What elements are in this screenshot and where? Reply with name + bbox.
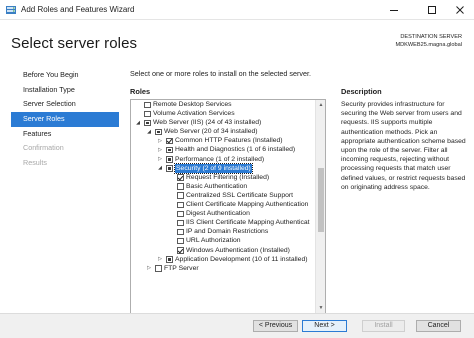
role-label[interactable]: URL Authorization bbox=[186, 236, 241, 245]
role-label[interactable]: Security (2 of 9 installed) bbox=[174, 162, 253, 174]
expand-arrow-icon[interactable]: ▷ bbox=[157, 138, 163, 144]
role-tree-item[interactable]: ▷ Common HTTP Features (Installed) bbox=[131, 136, 316, 145]
role-description: Security provides infrastructure for sec… bbox=[341, 101, 466, 191]
collapse-arrow-icon[interactable]: ◢ bbox=[146, 129, 152, 135]
wizard-footer: < Previous Next > Install Cancel bbox=[0, 314, 474, 338]
roles-heading: Roles bbox=[130, 87, 151, 96]
role-checkbox[interactable] bbox=[177, 210, 184, 218]
role-tree-item[interactable]: Remote Desktop Services bbox=[131, 100, 316, 109]
close-icon[interactable] bbox=[446, 0, 474, 20]
role-checkbox[interactable] bbox=[166, 146, 173, 154]
role-label[interactable]: Health and Diagnostics (1 of 6 installed… bbox=[175, 145, 295, 154]
role-label[interactable]: Remote Desktop Services bbox=[153, 100, 232, 109]
nav-item-confirmation: Confirmation bbox=[23, 143, 64, 153]
wizard-steps-nav: Before You Begin Installation Type Serve… bbox=[11, 68, 119, 171]
role-tree-item[interactable]: ▷ Performance (1 of 2 installed) bbox=[131, 155, 316, 164]
role-checkbox[interactable] bbox=[144, 110, 151, 118]
server-manager-icon bbox=[5, 4, 17, 16]
install-button: Install bbox=[362, 320, 405, 332]
role-tree-item[interactable]: Windows Authentication (Installed) bbox=[131, 246, 316, 255]
maximize-icon[interactable] bbox=[418, 0, 446, 20]
role-tree-item[interactable]: IP and Domain Restrictions bbox=[131, 227, 316, 236]
role-checkbox[interactable] bbox=[166, 165, 173, 172]
expand-arrow-icon[interactable]: ▷ bbox=[157, 147, 163, 153]
role-label[interactable]: Centralized SSL Certificate Support bbox=[186, 191, 293, 200]
role-checkbox[interactable] bbox=[166, 137, 173, 145]
role-label[interactable]: FTP Server bbox=[164, 264, 199, 273]
role-label[interactable]: IIS Client Certificate Mapping Authentic… bbox=[186, 218, 310, 227]
role-checkbox[interactable] bbox=[177, 192, 184, 199]
intro-text: Select one or more roles to install on t… bbox=[130, 69, 311, 78]
nav-item-before-you-begin[interactable]: Before You Begin bbox=[11, 68, 119, 83]
role-label[interactable]: Basic Authentication bbox=[186, 182, 247, 191]
role-label[interactable]: Windows Authentication (Installed) bbox=[186, 246, 290, 255]
scroll-down-icon[interactable]: ▼ bbox=[316, 303, 325, 313]
expand-arrow-icon[interactable]: ▷ bbox=[157, 256, 163, 262]
roles-tree: Remote Desktop Services Volume Activation… bbox=[131, 100, 316, 273]
roles-scrollbar[interactable]: ▲ ▼ bbox=[315, 100, 325, 313]
nav-item-results: Results bbox=[23, 158, 47, 168]
role-label[interactable]: Digest Authentication bbox=[186, 209, 250, 218]
role-checkbox[interactable] bbox=[144, 119, 151, 127]
role-tree-item[interactable]: URL Authorization bbox=[131, 236, 316, 245]
role-checkbox[interactable] bbox=[177, 183, 184, 190]
destination-server-name: MDKWEB25.magna.global bbox=[395, 42, 462, 48]
role-checkbox[interactable] bbox=[155, 128, 162, 136]
minimize-icon[interactable] bbox=[380, 0, 408, 20]
nav-item-installation-type[interactable]: Installation Type bbox=[11, 83, 119, 98]
role-tree-item[interactable]: ◢ Web Server (IIS) (24 of 43 installed) bbox=[131, 118, 316, 127]
role-label[interactable]: Web Server (IIS) (24 of 43 installed) bbox=[153, 118, 261, 127]
role-checkbox[interactable] bbox=[166, 256, 173, 263]
title-bar: Add Roles and Features Wizard bbox=[0, 0, 474, 20]
destination-label: DESTINATION SERVER bbox=[400, 34, 462, 40]
role-tree-item[interactable]: Centralized SSL Certificate Support bbox=[131, 191, 316, 200]
collapse-arrow-icon[interactable]: ◢ bbox=[135, 120, 141, 126]
role-label[interactable]: Client Certificate Mapping Authenticatio… bbox=[186, 200, 308, 209]
role-checkbox[interactable] bbox=[155, 265, 162, 272]
role-label[interactable]: Volume Activation Services bbox=[153, 109, 235, 118]
role-checkbox[interactable] bbox=[166, 156, 173, 163]
scroll-up-icon[interactable]: ▲ bbox=[316, 100, 325, 110]
role-tree-item[interactable]: ▷ Health and Diagnostics (1 of 6 installe… bbox=[131, 145, 316, 154]
window-title: Add Roles and Features Wizard bbox=[21, 5, 135, 14]
expand-arrow-icon[interactable]: ▷ bbox=[146, 265, 152, 271]
collapse-arrow-icon[interactable]: ◢ bbox=[157, 165, 163, 171]
expand-arrow-icon[interactable]: ▷ bbox=[157, 156, 163, 162]
description-heading: Description bbox=[341, 87, 382, 96]
role-tree-item[interactable]: ◢ Web Server (20 of 34 installed) bbox=[131, 127, 316, 136]
role-tree-item[interactable]: Digest Authentication bbox=[131, 209, 316, 218]
role-tree-item[interactable]: IIS Client Certificate Mapping Authentic… bbox=[131, 218, 316, 227]
cancel-button[interactable]: Cancel bbox=[416, 320, 461, 332]
nav-item-server-roles[interactable]: Server Roles bbox=[11, 112, 119, 127]
role-checkbox[interactable] bbox=[177, 247, 184, 254]
roles-tree-box: Remote Desktop Services Volume Activation… bbox=[130, 99, 326, 314]
next-button[interactable]: Next > bbox=[302, 320, 347, 332]
role-label[interactable]: Application Development (10 of 11 instal… bbox=[175, 255, 308, 264]
role-tree-item[interactable]: Client Certificate Mapping Authenticatio… bbox=[131, 200, 316, 209]
role-tree-item[interactable]: ◢ Security (2 of 9 installed) bbox=[131, 162, 316, 174]
nav-item-features[interactable]: Features bbox=[11, 127, 119, 142]
role-checkbox[interactable] bbox=[144, 101, 151, 108]
previous-button[interactable]: < Previous bbox=[253, 320, 298, 332]
role-checkbox[interactable] bbox=[177, 219, 184, 227]
destination-server-info: DESTINATION SERVER MDKWEB25.magna.global bbox=[395, 33, 462, 49]
role-tree-item[interactable]: Request Filtering (Installed) bbox=[131, 173, 316, 182]
role-label[interactable]: Common HTTP Features (Installed) bbox=[175, 136, 283, 145]
nav-item-server-selection[interactable]: Server Selection bbox=[11, 97, 119, 112]
role-tree-item[interactable]: Basic Authentication bbox=[131, 182, 316, 191]
role-label[interactable]: Web Server (20 of 34 installed) bbox=[164, 127, 258, 136]
role-checkbox[interactable] bbox=[177, 237, 184, 245]
role-checkbox[interactable] bbox=[177, 228, 184, 236]
role-checkbox[interactable] bbox=[177, 201, 184, 209]
role-tree-item[interactable]: ▷ Application Development (10 of 11 insta… bbox=[131, 255, 316, 264]
role-checkbox[interactable] bbox=[177, 174, 184, 181]
page-title: Select server roles bbox=[11, 35, 138, 52]
role-label[interactable]: Performance (1 of 2 installed) bbox=[175, 155, 264, 164]
role-label[interactable]: Request Filtering (Installed) bbox=[186, 173, 269, 182]
role-tree-item[interactable]: ▷ FTP Server bbox=[131, 264, 316, 273]
scroll-thumb[interactable] bbox=[318, 168, 324, 232]
role-label[interactable]: IP and Domain Restrictions bbox=[186, 227, 268, 236]
role-tree-item[interactable]: Volume Activation Services bbox=[131, 109, 316, 118]
